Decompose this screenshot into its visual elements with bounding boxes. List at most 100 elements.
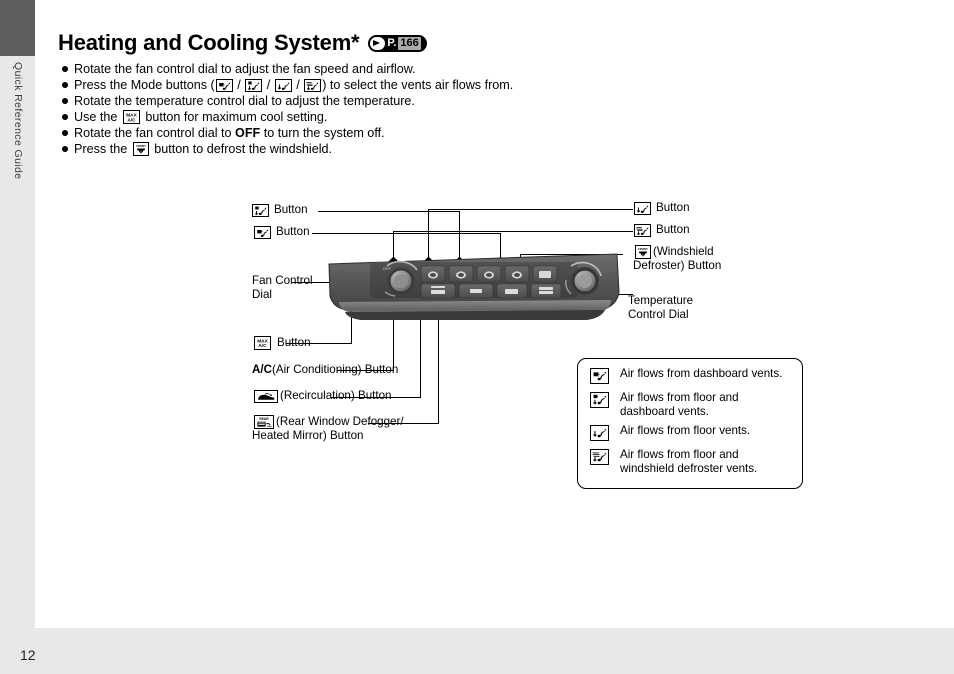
callout-label: Fan Control (252, 274, 313, 287)
instruction-item-fan-control-dial: Rotate the fan control dial to adjust th… (62, 61, 622, 77)
bullet-icon (62, 146, 68, 152)
vent-floor-defrost-icon (304, 78, 322, 92)
vent-dash-icon (590, 368, 609, 384)
callout-ac-button: A/C (Air Conditioning) Button (252, 363, 398, 377)
recirculation-icon (254, 389, 278, 403)
svg-text:REAR: REAR (259, 417, 269, 421)
vent-floor-icon (590, 425, 609, 441)
legend-item: Air flows from floor vents. (589, 424, 793, 443)
instruction-item-max-ac: Use the MAX A/C button for maximum cool s… (62, 109, 622, 125)
windshield-defroster-icon: FRONT (635, 245, 651, 259)
legend-icon-wrap (589, 368, 610, 386)
callout-fan-control-dial: Fan Control Dial (252, 274, 332, 302)
svg-text:MAX: MAX (126, 112, 137, 118)
callout-label: Button (656, 201, 690, 214)
vent-floor-defrost-icon (634, 223, 651, 237)
instruction-text: Use the (74, 110, 121, 124)
windshield-defroster-icon: FRONT (132, 142, 149, 156)
leader-line (393, 231, 633, 232)
function-button-row (420, 283, 562, 299)
legend-item-label: Air flows from dashboard vents. (620, 367, 783, 380)
vent-floor-defrost-icon (590, 449, 609, 465)
callout-label: Temperature (628, 294, 694, 307)
instruction-text: Press the Mode buttons ( (74, 78, 215, 92)
callout-label-bold: A/C (252, 363, 272, 376)
climate-panel-svg: OFF (328, 253, 620, 320)
rear-defogger-icon: REAR (254, 415, 274, 429)
leader-line (428, 209, 633, 210)
leader-line (318, 211, 459, 212)
callout-temperature-control-dial: Temperature Control Dial (628, 294, 738, 322)
callout-label: (Recirculation) Button (280, 389, 392, 402)
bullet-icon (62, 98, 68, 104)
instruction-text: Rotate the temperature control dial to a… (74, 94, 415, 108)
sidebar-section-label-text: Quick Reference Guide (12, 62, 24, 180)
bullet-icon (62, 114, 68, 120)
instruction-text: ) to select the vents air flows from. (322, 78, 514, 92)
callout-label-line2: Dial (252, 288, 272, 301)
footer-band (0, 628, 954, 674)
svg-text:A/C: A/C (127, 118, 136, 123)
page-title: Heating and Cooling System* (58, 30, 360, 55)
sidebar-tab-marker (0, 0, 35, 56)
callout-vent-dash-button: Button (253, 225, 310, 239)
svg-text:OFF: OFF (383, 266, 392, 271)
vent-floor-dash-icon (590, 392, 609, 408)
instruction-text: button for maximum cool setting. (141, 110, 328, 124)
bullet-icon (62, 130, 68, 136)
instruction-item-temperature-control-dial: Rotate the temperature control dial to a… (62, 93, 622, 109)
callout-recirculation-button: (Recirculation) Button (252, 389, 391, 403)
reference-prefix: P. (387, 36, 397, 49)
page-number: 12 (20, 647, 36, 663)
callout-rear-window-defogger-button: REAR (Rear Window Defogger/ Heated Mirro… (252, 415, 442, 443)
callout-vent-floor-button: Button (633, 201, 690, 215)
callout-label-line2: Control Dial (628, 308, 689, 321)
reference-page-number: 166 (398, 36, 421, 50)
callout-vent-floor-dash-button: Button (251, 203, 308, 217)
instruction-text: Rotate the fan control dial to (74, 126, 236, 140)
callout-label: Button (656, 223, 690, 236)
instruction-emphasis: OFF (235, 126, 261, 140)
legend-icon-wrap (589, 392, 610, 410)
instruction-text: to turn the system off. (260, 126, 385, 140)
vent-floor-dash-icon (252, 203, 269, 217)
vent-dash-icon (215, 78, 233, 92)
callout-max-ac-button: MAX A/C Button (252, 336, 311, 350)
svg-text:A/C: A/C (258, 343, 267, 348)
climate-control-diagram: OFF Button Button Fan Control Dial MAX A… (0, 170, 954, 510)
instruction-item-mode-buttons: Press the Mode buttons ( / / / ) to sele… (62, 77, 622, 93)
legend-item: Air flows from dashboard vents. (589, 367, 793, 386)
leader-line (312, 233, 500, 234)
callout-label-line2: Heated Mirror) Button (252, 429, 364, 442)
callout-label: (Rear Window Defogger/ (276, 415, 404, 428)
bullet-icon (62, 82, 68, 88)
instruction-list: Rotate the fan control dial to adjust th… (62, 61, 622, 157)
airflow-legend-box: Air flows from dashboard vents. Air flows… (577, 358, 803, 489)
arrow-right-icon (370, 36, 386, 50)
callout-label: Button (276, 225, 310, 238)
bullet-icon (62, 66, 68, 72)
legend-item-label: Air flows from floor and dashboard vents… (620, 391, 739, 418)
svg-text:FRONT: FRONT (638, 247, 648, 251)
vent-dash-icon (254, 225, 271, 239)
vent-floor-icon (274, 78, 292, 92)
manual-page: Quick Reference Guide 12 Heating and Coo… (0, 0, 954, 674)
instruction-item-system-off: Rotate the fan control dial to OFF to tu… (62, 125, 622, 141)
airflow-legend-list: Air flows from dashboard vents. Air flows… (578, 359, 802, 476)
legend-item-label: Air flows from floor vents. (620, 424, 751, 437)
vent-floor-icon (634, 201, 651, 215)
callout-vent-floor-defrost-button: Button (633, 223, 690, 237)
instruction-text: / (263, 78, 274, 92)
max-ac-icon: MAX A/C (254, 336, 271, 350)
instruction-text: Rotate the fan control dial to adjust th… (74, 62, 416, 76)
instruction-text: / (292, 78, 304, 92)
instruction-text: button to defrost the windshield. (150, 142, 333, 156)
instruction-text: / (233, 78, 245, 92)
max-ac-icon: MAX A/C (122, 110, 140, 124)
instruction-item-windshield-defrost: Press the FRONT button to defrost the wi… (62, 141, 622, 157)
page-reference-badge[interactable]: P. 166 (368, 34, 427, 52)
callout-label: Button (277, 336, 311, 349)
legend-item: Air flows from floor and dashboard vents… (589, 391, 793, 419)
legend-item-label: Air flows from floor and windshield defr… (620, 448, 758, 475)
svg-text:FRONT: FRONT (136, 144, 146, 148)
